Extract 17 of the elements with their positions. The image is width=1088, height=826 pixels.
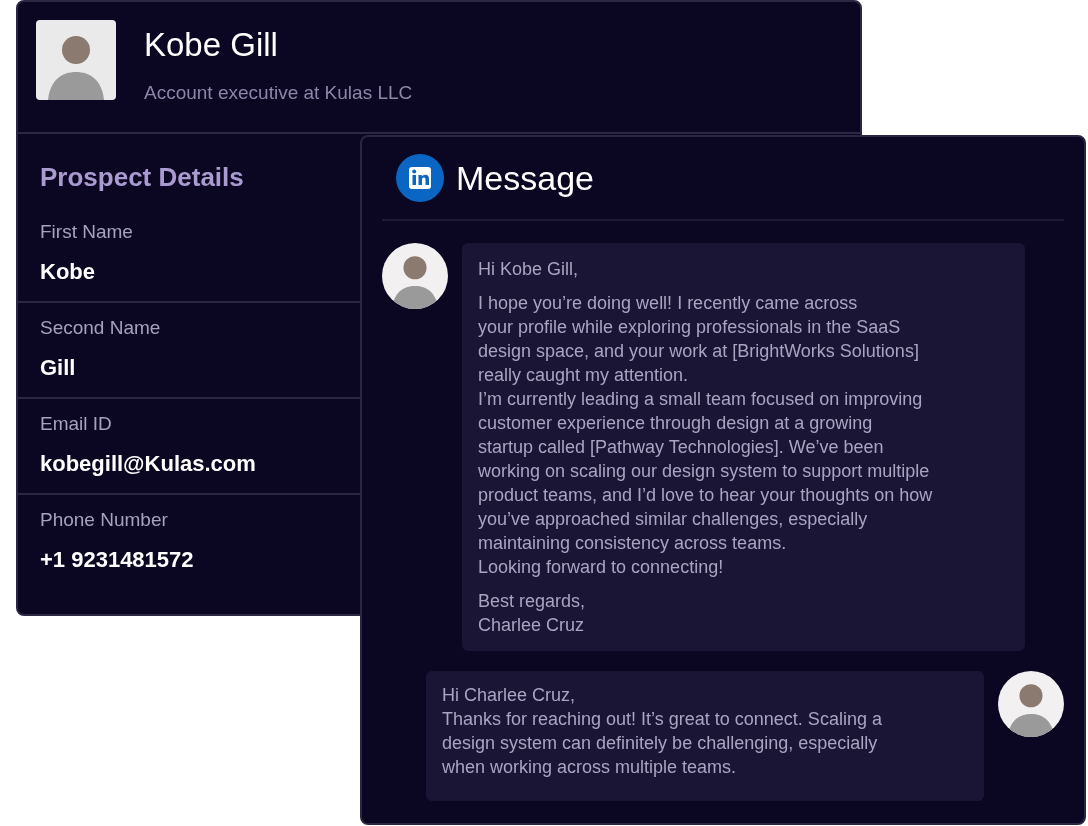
message-text: Hi Charlee Cruz, Thanks for reaching out! It’s great to connect. Scaling a design system can definitely be challenging, especially when working across multiple teams. [442, 684, 883, 779]
contact-name: Kobe Gill [144, 26, 279, 64]
field-value: Kobe [40, 259, 96, 285]
panel-title: Message [456, 158, 594, 198]
field-label: Email ID [40, 413, 113, 435]
message-text: Hi Kobe Gill, [478, 258, 580, 281]
contact-headline: Account executive at Kulas LLC [144, 82, 413, 104]
field-value: Gill [40, 355, 77, 381]
field-value: kobegill@Kulas.com [40, 451, 257, 477]
message-text: I hope you’re doing well! I recently came across your profile while exploring professionals in the SaaS design space, and your work at [BrightWorks Solutions] really caught my attention. I’m currently leading a small team focused on improving customer experience through design at a growing startup called [Pathway Technologies]. We’ve been working on scaling our design system to support multiple product teams, and I’d love to hear your thoughts on how you’ve approached similar challenges, especially maintaining consistency across teams. Looking forward to connecting! [478, 292, 934, 579]
field-value: +1 9231481572 [40, 547, 195, 573]
field-label: Phone Number [40, 509, 169, 531]
field-label: Second Name [40, 317, 162, 339]
message-text: Best regards, Charlee Cruz [478, 590, 587, 637]
field-label: First Name [40, 221, 134, 243]
section-title: Prospect Details [39, 161, 245, 194]
linkedin-logo-icon [396, 154, 444, 202]
